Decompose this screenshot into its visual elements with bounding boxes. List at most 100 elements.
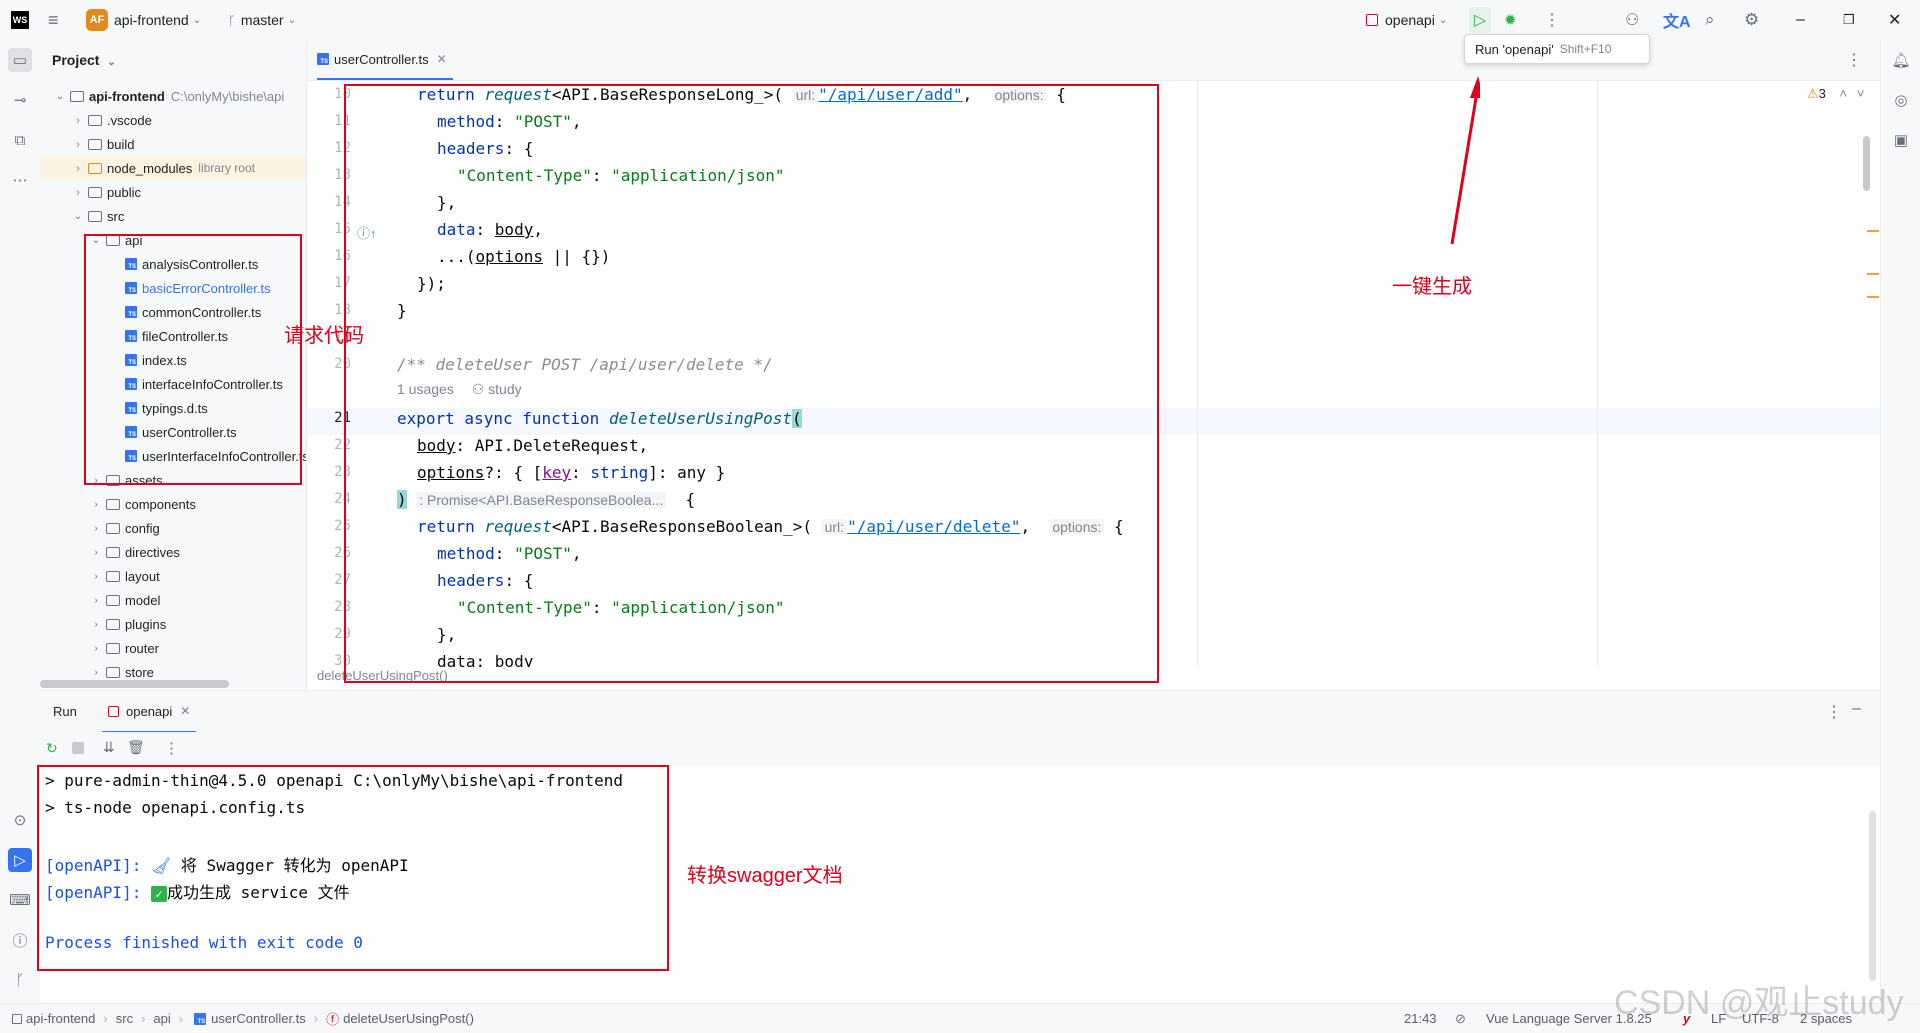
function-icon: ⓕ	[326, 1012, 340, 1027]
scroll-to-end-icon[interactable]: ⇊	[103, 739, 115, 756]
annotation-request-code: 请求代码	[284, 325, 364, 347]
tree-item[interactable]: › public	[40, 180, 306, 204]
chevron-down-icon: ⌄	[55, 90, 65, 102]
run-toolbar: ↻ ⇊ 🗑︎ ⋮	[40, 732, 1880, 767]
tree-item[interactable]: › plugins	[40, 612, 306, 636]
tree-item[interactable]: › node_modules library root	[40, 156, 306, 180]
tree-item[interactable]: › router	[40, 636, 306, 660]
warning-icon: ⚠	[1807, 86, 1819, 101]
chevron-right-icon: ›	[94, 498, 98, 510]
chevron-right-icon: ›	[94, 570, 98, 582]
folder-icon	[106, 498, 120, 510]
tree-item[interactable]: › model	[40, 588, 306, 612]
annotation-box-api-files	[84, 234, 302, 485]
tree-item[interactable]: › config	[40, 516, 306, 540]
warning-marker[interactable]	[1867, 296, 1879, 298]
folder-icon	[70, 90, 84, 102]
annotation-box-console	[37, 765, 669, 971]
annotation-arrow	[1450, 76, 1480, 245]
translate-icon[interactable]: 文A	[1663, 0, 1691, 40]
tab-run[interactable]: Run	[53, 704, 77, 719]
warning-marker[interactable]	[1867, 230, 1879, 232]
chevron-right-icon: ›	[94, 618, 98, 630]
chevron-right-icon: ›	[76, 162, 80, 174]
more-tools-icon[interactable]: ⋯	[8, 168, 32, 192]
inspection-widget[interactable]: ⚠3 ˄ ˅	[1807, 86, 1864, 102]
commit-tool-icon[interactable]: ⊸	[8, 88, 32, 112]
indent-guide	[1197, 81, 1198, 667]
project-switcher[interactable]: AF api-frontend ⌄	[86, 0, 201, 40]
chevron-down-icon[interactable]: ˅	[1857, 86, 1865, 101]
rerun-icon[interactable]: ↻	[46, 740, 58, 757]
ai-assistant-icon[interactable]: ◎	[1889, 88, 1913, 112]
git-tool-icon[interactable]: ᚴ	[8, 968, 32, 992]
chevron-right-icon: ›	[141, 1011, 146, 1026]
folder-icon	[88, 162, 102, 174]
indent-guide	[1597, 81, 1598, 667]
annotation-box-generated-code	[344, 84, 1159, 683]
more-actions-icon[interactable]: ⋮	[164, 739, 179, 757]
structure-tool-icon[interactable]: ⧉	[8, 128, 32, 152]
close-tab-icon[interactable]: ✕	[180, 704, 190, 718]
tree-item[interactable]: › layout	[40, 564, 306, 588]
editor-scrollbar[interactable]	[1863, 136, 1870, 191]
tab-user-controller[interactable]: TS userController.ts ✕	[317, 40, 453, 80]
project-tool-icon[interactable]: ▭	[8, 48, 32, 72]
crumb-item[interactable]: src	[116, 1011, 133, 1026]
services-tool-icon[interactable]: ⊙	[8, 808, 32, 832]
settings-gear-icon[interactable]: ⚙	[1744, 0, 1759, 40]
caret-position[interactable]: 21:43	[1404, 1004, 1437, 1033]
console-scrollbar[interactable]	[1869, 811, 1876, 981]
folder-icon	[106, 522, 120, 534]
tree-item[interactable]: ⌄ api-frontend C:\onlyMy\bishe\api	[40, 84, 306, 108]
watermark: CSDN @观止study	[1614, 984, 1904, 1022]
crumb-item[interactable]: api-frontend	[26, 1011, 95, 1026]
tab-openapi[interactable]: openapi ✕	[102, 691, 197, 733]
tree-item[interactable]: › directives	[40, 540, 306, 564]
panel-options-icon[interactable]: ⋮	[1826, 702, 1842, 722]
chevron-down-icon: ⌄	[73, 210, 83, 222]
database-tool-icon[interactable]: ▣	[1889, 128, 1913, 152]
clear-trash-icon[interactable]: 🗑︎	[127, 739, 145, 756]
chevron-right-icon: ›	[178, 1011, 184, 1026]
close-tab-icon[interactable]: ✕	[437, 52, 447, 66]
vcs-status-icon[interactable]: ⊘	[1455, 1004, 1466, 1033]
tree-item[interactable]: ⌄ src	[40, 204, 306, 228]
chevron-right-icon: ›	[103, 1011, 108, 1026]
crumb-item[interactable]: api	[153, 1011, 170, 1026]
right-tool-strip: 🔔︎ ◎ ▣	[1880, 40, 1920, 1003]
left-tool-strip: ▭ ⊸ ⧉ ⋯ ⊙ ▷ ⌨ ⓘ ᚴ	[0, 40, 41, 1003]
chevron-right-icon: ›	[94, 594, 98, 606]
horizontal-scrollbar[interactable]	[40, 680, 229, 688]
run-button[interactable]: ▷	[1469, 7, 1491, 33]
hide-panel-icon[interactable]: –	[1852, 700, 1861, 718]
tree-item[interactable]: › .vscode	[40, 108, 306, 132]
branch-icon: ᚴ	[228, 12, 236, 28]
project-panel-title[interactable]: Project ⌄	[52, 52, 116, 68]
tabs-more-icon[interactable]: ⋮	[1846, 50, 1862, 70]
crumb-item[interactable]: userController.ts	[211, 1011, 306, 1026]
run-config-selector[interactable]: openapi ⌄	[1366, 0, 1447, 40]
annotation-one-click: 一键生成	[1392, 276, 1472, 298]
chevron-right-icon: ›	[94, 642, 98, 654]
chevron-right-icon: ›	[76, 138, 80, 150]
folder-icon	[106, 570, 120, 582]
crumb-item[interactable]: deleteUserUsingPost()	[343, 1011, 474, 1026]
close-window-icon[interactable]: ✕	[1888, 0, 1901, 40]
minimize-window-icon[interactable]: –	[1796, 0, 1805, 40]
stop-icon[interactable]	[72, 742, 84, 754]
chevron-down-icon: ⌄	[192, 14, 202, 26]
app-logo[interactable]: WS	[11, 0, 29, 40]
main-menu-icon[interactable]: ≡	[48, 0, 59, 40]
vcs-branch-switcher[interactable]: ᚴ master ⌄	[228, 0, 296, 40]
search-icon[interactable]: ⌕	[1705, 0, 1715, 40]
restore-window-icon[interactable]: ❐	[1843, 0, 1855, 40]
run-tool-icon[interactable]: ▷	[8, 848, 32, 872]
tree-item[interactable]: › build	[40, 132, 306, 156]
terminal-tool-icon[interactable]: ⌨	[8, 888, 32, 912]
problems-tool-icon[interactable]: ⓘ	[8, 928, 32, 952]
tree-item[interactable]: › components	[40, 492, 306, 516]
chevron-up-icon[interactable]: ˄	[1840, 86, 1848, 101]
warning-marker[interactable]	[1867, 273, 1879, 275]
notifications-bell-icon[interactable]: 🔔︎	[1889, 48, 1913, 72]
